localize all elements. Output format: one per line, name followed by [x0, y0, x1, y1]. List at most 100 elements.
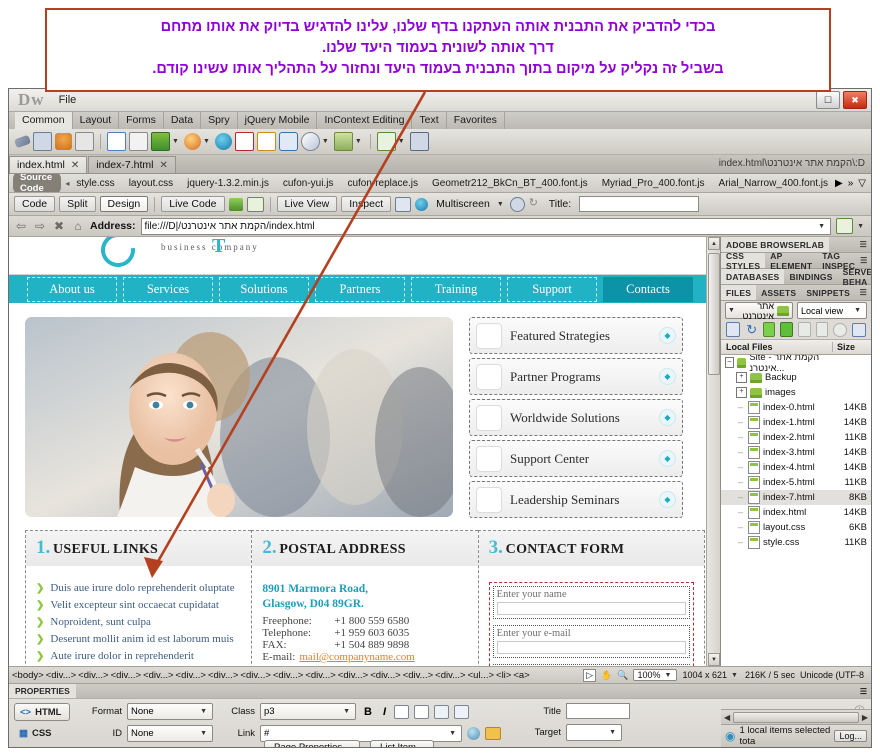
- tag-li[interactable]: <li>: [496, 670, 511, 681]
- view-button-design[interactable]: Design: [99, 196, 149, 212]
- panel-group-files[interactable]: FILES ASSETS SNIPPETS ☰: [721, 285, 871, 301]
- web-page-canvas[interactable]: business company T About us Services Sol…: [9, 237, 720, 666]
- file-row-index-3[interactable]: – index-3.html 14KB: [721, 445, 871, 460]
- check-out-icon[interactable]: [797, 322, 811, 337]
- zoom-selector[interactable]: 100% ▼: [633, 669, 678, 681]
- tag-div-7[interactable]: <div...>: [240, 670, 270, 681]
- restore-button[interactable]: ☐: [816, 91, 840, 109]
- tag-div-10[interactable]: <div...>: [338, 670, 368, 681]
- document-toolbar[interactable]: Code Split Design Live Code Live View In…: [9, 193, 871, 216]
- chevron-right-icon[interactable]: ◆: [659, 368, 676, 385]
- refresh-icon[interactable]: ↻: [745, 323, 757, 336]
- scroll-right-icon[interactable]: ▶: [862, 713, 868, 722]
- target-select[interactable]: ▼: [566, 724, 622, 741]
- chevron-down-icon[interactable]: ▼: [609, 729, 616, 736]
- side-box-featured-strategies[interactable]: Featured Strategies ◆: [469, 317, 683, 354]
- tag-div-1[interactable]: <div...>: [46, 670, 76, 681]
- related-file-arial-narrow[interactable]: Arial_Narrow_400.font.js: [712, 178, 836, 189]
- tag-ul[interactable]: <ul...>: [468, 670, 494, 681]
- insert-tab-data[interactable]: Data: [164, 112, 202, 129]
- tag-dropdown-caret[interactable]: ▼: [398, 138, 405, 145]
- site-selector[interactable]: אתר אינטרנט ▼: [725, 301, 793, 321]
- window-controls[interactable]: ☐ ✖: [816, 91, 867, 109]
- home-icon[interactable]: ⌂: [71, 219, 85, 233]
- nav-item-solutions[interactable]: Solutions: [219, 276, 309, 302]
- scroll-right-icon[interactable]: ▶: [835, 178, 843, 189]
- chevron-down-icon[interactable]: ▼: [728, 307, 735, 314]
- expand-icon[interactable]: [851, 322, 866, 337]
- file-management-icon[interactable]: [836, 218, 854, 234]
- panel-tab-snippets[interactable]: SNIPPETS: [801, 285, 855, 300]
- image-dropdown-caret[interactable]: ▼: [172, 138, 179, 145]
- preview-icon[interactable]: [409, 132, 429, 151]
- tag-div-11[interactable]: <div...>: [370, 670, 400, 681]
- panel-tab-ap-elements[interactable]: AP ELEMENT: [765, 251, 817, 271]
- list-item[interactable]: ❯ Duis aue irure dolo reprehenderit olupt…: [36, 582, 241, 594]
- insert-tab-jquery-mobile[interactable]: jQuery Mobile: [238, 112, 318, 129]
- doc-tab-index-html[interactable]: index.html ✕: [9, 156, 88, 173]
- file-row-index-5[interactable]: – index-5.html 11KB: [721, 475, 871, 490]
- properties-mode-column[interactable]: <> HTML ▦ CSS: [14, 703, 70, 747]
- collapse-toggle[interactable]: –: [725, 357, 734, 368]
- panel-tab-css-styles[interactable]: CSS STYLES: [721, 251, 766, 271]
- file-row-layout-css[interactable]: – layout.css 6KB: [721, 520, 871, 535]
- check-in-icon[interactable]: [815, 322, 829, 337]
- format-select[interactable]: None ▼: [127, 703, 213, 720]
- chevron-down-icon[interactable]: ▼: [343, 708, 350, 715]
- expand-toggle[interactable]: +: [736, 387, 747, 398]
- live-code-button[interactable]: Live Code: [161, 196, 225, 212]
- panel-tab-files[interactable]: FILES: [721, 285, 757, 300]
- file-list[interactable]: – Site - הקמת אתר אינטרנ... + Backup + imag…: [721, 355, 871, 666]
- media-icon[interactable]: [183, 133, 201, 150]
- panel-tab-bindings[interactable]: BINDINGS: [784, 269, 837, 284]
- put-files-icon[interactable]: [780, 322, 793, 337]
- ordered-list-icon[interactable]: [414, 704, 430, 719]
- tag-div-8[interactable]: <div...>: [273, 670, 303, 681]
- comment-icon[interactable]: [278, 132, 298, 151]
- templates-icon[interactable]: [333, 132, 353, 151]
- view-selector[interactable]: Local view ▼: [797, 302, 867, 319]
- scroll-left-icon[interactable]: ◀: [724, 713, 730, 722]
- connect-icon[interactable]: [726, 322, 741, 337]
- email-link[interactable]: mail@companyname.com: [299, 651, 415, 663]
- log-button[interactable]: Log...: [834, 730, 867, 742]
- form-field-name[interactable]: Enter your name: [492, 586, 690, 619]
- email-input[interactable]: [496, 641, 686, 654]
- browse-folder-icon[interactable]: [485, 727, 501, 740]
- widget-icon[interactable]: [214, 133, 232, 150]
- chevron-down-icon[interactable]: ▼: [665, 672, 672, 679]
- insert-bar-icons[interactable]: ▼ ▼ ▼ ▼ ▼: [9, 129, 871, 154]
- templates-dropdown-caret[interactable]: ▼: [355, 138, 362, 145]
- inspect-button[interactable]: Inspect: [341, 196, 392, 212]
- id-row[interactable]: ID None ▼: [80, 725, 213, 742]
- file-row-index-2[interactable]: – index-2.html 11KB: [721, 430, 871, 445]
- panel-menu-icon[interactable]: ☰: [860, 256, 871, 265]
- file-row-images[interactable]: + images: [721, 385, 871, 400]
- bold-button[interactable]: B: [361, 706, 375, 718]
- panel-tab-assets[interactable]: ASSETS: [756, 285, 801, 300]
- multiscreen-caret[interactable]: ▼: [497, 201, 504, 208]
- properties-panel-bar[interactable]: PROPERTIES ☰: [9, 683, 871, 698]
- related-file-jquery[interactable]: jquery-1.3.2.min.js: [180, 178, 276, 189]
- format-row[interactable]: Format None ▼: [80, 703, 213, 720]
- preview-browser-icon[interactable]: [415, 197, 429, 211]
- italic-button[interactable]: I: [380, 706, 389, 718]
- menu-item-file[interactable]: File: [53, 92, 83, 108]
- menu-bar[interactable]: File: [53, 92, 83, 108]
- stop-icon[interactable]: ✖: [52, 219, 66, 233]
- side-box-leadership-seminars[interactable]: Leadership Seminars ◆: [469, 481, 683, 518]
- related-file-cufon-replace[interactable]: cufon-replace.js: [340, 178, 425, 189]
- file-row-index-7[interactable]: – index-7.html 8KB: [721, 490, 871, 505]
- date-icon[interactable]: [234, 132, 254, 151]
- point-to-file-icon[interactable]: [467, 727, 480, 740]
- view-options-icon[interactable]: [395, 196, 412, 212]
- hand-tool-icon[interactable]: ✋: [601, 670, 612, 681]
- address-input[interactable]: file:///D|/הקמת אתר אינטרנט/index.html ▼: [140, 217, 832, 235]
- design-view[interactable]: business company T About us Services Sol…: [9, 237, 720, 666]
- panel-group-databases[interactable]: DATABASES BINDINGS SERVER BEHA ☰: [721, 267, 871, 287]
- multiscreen-button[interactable]: Multiscreen: [432, 197, 494, 211]
- doc-tab-index-7-html[interactable]: index-7.html ✕: [88, 156, 176, 173]
- chevron-down-icon[interactable]: ▼: [854, 307, 861, 314]
- target-row[interactable]: Target ▼: [527, 724, 630, 741]
- insert-tab-forms[interactable]: Forms: [119, 112, 164, 129]
